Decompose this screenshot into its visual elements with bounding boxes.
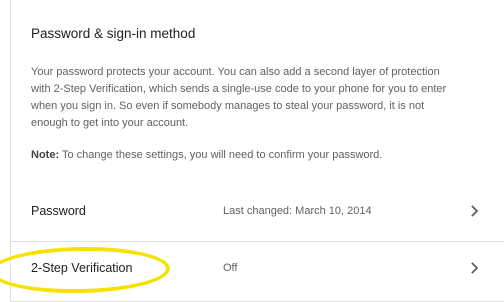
chevron-right-icon[interactable] <box>469 203 481 219</box>
section-title: Password & sign-in method <box>31 26 196 41</box>
section-description: Your password protects your account. You… <box>31 66 447 129</box>
password-last-changed: Last changed: March 10, 2014 <box>223 205 372 217</box>
note-text: To change these settings, you will need … <box>59 149 383 161</box>
two-step-verification-status: Off <box>223 262 238 274</box>
two-step-verification-label: 2-Step Verification <box>31 261 133 275</box>
two-step-verification-row[interactable]: 2-Step Verification Off <box>11 241 504 297</box>
settings-note: Note: To change these settings, you will… <box>31 147 471 164</box>
password-row[interactable]: Password Last changed: March 10, 2014 <box>11 185 504 241</box>
password-row-label: Password <box>31 204 86 218</box>
password-signin-card: Password & sign-in method Your password … <box>10 0 504 302</box>
note-label: Note: <box>31 149 60 161</box>
chevron-right-icon[interactable] <box>469 260 481 276</box>
